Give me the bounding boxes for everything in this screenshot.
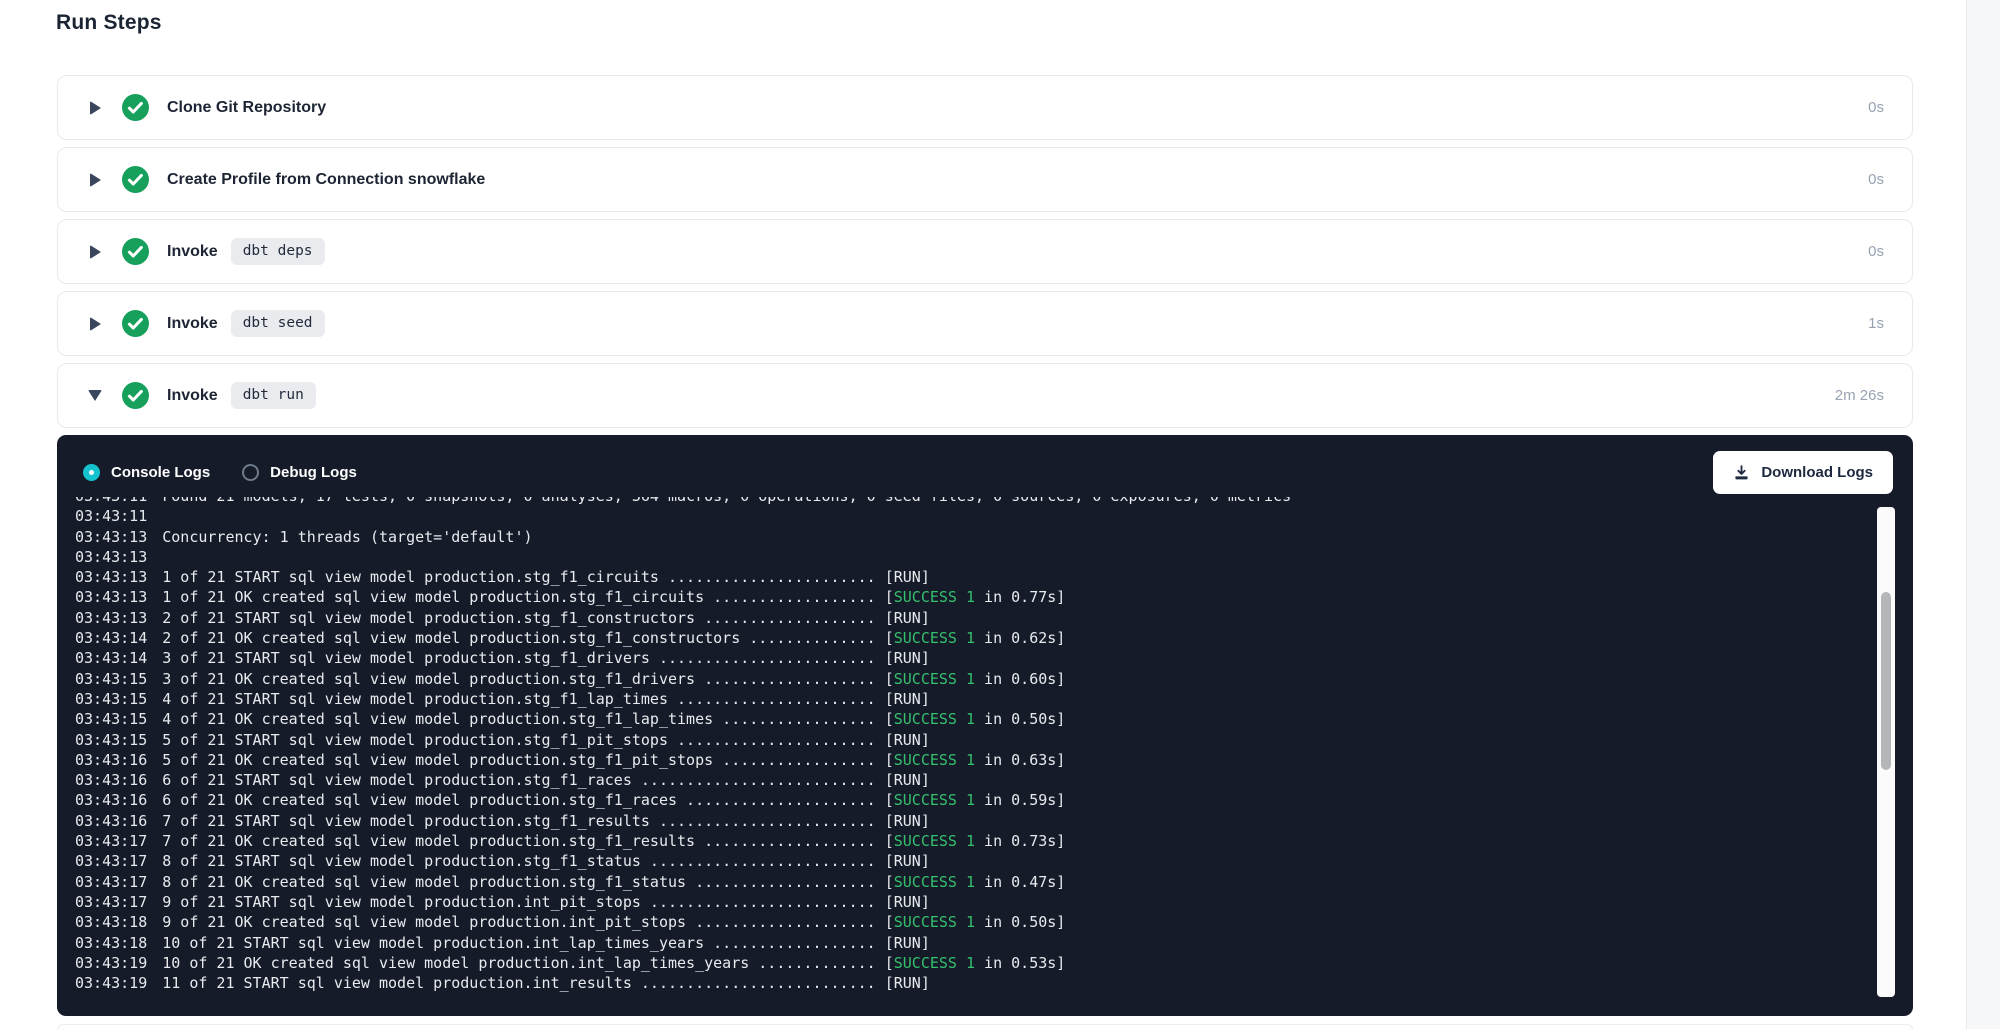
log-content: 03:43:11Found 21 models, 17 tests, 0 sna… bbox=[75, 497, 1877, 993]
log-line: 03:43:13 bbox=[75, 547, 1877, 567]
expand-caret-icon[interactable] bbox=[88, 101, 102, 115]
log-line: 03:43:11 bbox=[75, 506, 1877, 526]
step-title: Create Profile from Connection snowflake bbox=[167, 171, 485, 189]
next-step-card-partial bbox=[57, 1024, 1913, 1030]
run-step-card[interactable]: Invoke dbt deps 0s bbox=[57, 219, 1913, 284]
debug-logs-radio[interactable] bbox=[242, 464, 259, 481]
log-line: 03:43:165 of 21 OK created sql view mode… bbox=[75, 750, 1877, 770]
console-log-output[interactable]: 03:43:11Found 21 models, 17 tests, 0 sna… bbox=[75, 497, 1877, 1003]
log-line: 03:43:1910 of 21 OK created sql view mod… bbox=[75, 953, 1877, 973]
log-line: 03:43:131 of 21 START sql view model pro… bbox=[75, 567, 1877, 587]
step-command-badge: dbt run bbox=[231, 382, 316, 409]
download-logs-label: Download Logs bbox=[1761, 464, 1873, 481]
debug-logs-label: Debug Logs bbox=[270, 464, 357, 481]
run-step-card[interactable]: Invoke dbt run 2m 26s bbox=[57, 363, 1913, 428]
page-title: Run Steps bbox=[56, 11, 162, 35]
log-line: 03:43:178 of 21 START sql view model pro… bbox=[75, 851, 1877, 871]
console-logs-label: Console Logs bbox=[111, 464, 210, 481]
log-line: 03:43:153 of 21 OK created sql view mode… bbox=[75, 669, 1877, 689]
log-scrollbar-thumb[interactable] bbox=[1881, 592, 1891, 770]
step-command-badge: dbt deps bbox=[231, 238, 325, 265]
log-line: 03:43:154 of 21 START sql view model pro… bbox=[75, 689, 1877, 709]
page-right-gutter bbox=[1966, 0, 2000, 1029]
run-step-card[interactable]: Clone Git Repository 0s bbox=[57, 75, 1913, 140]
console-logs-tab[interactable]: Console Logs bbox=[83, 464, 210, 481]
log-line: 03:43:189 of 21 OK created sql view mode… bbox=[75, 912, 1877, 932]
log-line: 03:43:142 of 21 OK created sql view mode… bbox=[75, 628, 1877, 648]
success-check-icon bbox=[122, 238, 149, 265]
log-line: 03:43:166 of 21 START sql view model pro… bbox=[75, 770, 1877, 790]
log-line: 03:43:132 of 21 START sql view model pro… bbox=[75, 608, 1877, 628]
expand-caret-icon[interactable] bbox=[88, 245, 102, 259]
console-logs-radio[interactable] bbox=[83, 464, 100, 481]
step-duration: 0s bbox=[1868, 171, 1884, 188]
run-step-card[interactable]: Invoke dbt seed 1s bbox=[57, 291, 1913, 356]
step-duration: 1s bbox=[1868, 315, 1884, 332]
log-line: 03:43:1911 of 21 START sql view model pr… bbox=[75, 973, 1877, 993]
step-duration: 2m 26s bbox=[1835, 387, 1884, 404]
step-command-badge: dbt seed bbox=[231, 310, 325, 337]
download-icon bbox=[1733, 464, 1750, 481]
log-line: 03:43:155 of 21 START sql view model pro… bbox=[75, 730, 1877, 750]
download-logs-button[interactable]: Download Logs bbox=[1713, 451, 1893, 494]
log-line: 03:43:11Found 21 models, 17 tests, 0 sna… bbox=[75, 497, 1877, 506]
step-title: Invoke bbox=[167, 243, 218, 261]
log-line: 03:43:177 of 21 OK created sql view mode… bbox=[75, 831, 1877, 851]
log-panel: Console Logs Debug Logs Download Logs 03… bbox=[57, 435, 1913, 1016]
log-line: 03:43:13Concurrency: 1 threads (target='… bbox=[75, 527, 1877, 547]
step-title: Invoke bbox=[167, 387, 218, 405]
log-line: 03:43:143 of 21 START sql view model pro… bbox=[75, 648, 1877, 668]
success-check-icon bbox=[122, 166, 149, 193]
log-line: 03:43:167 of 21 START sql view model pro… bbox=[75, 811, 1877, 831]
step-title: Invoke bbox=[167, 315, 218, 333]
debug-logs-tab[interactable]: Debug Logs bbox=[242, 464, 357, 481]
expand-caret-icon[interactable] bbox=[88, 390, 102, 401]
log-line: 03:43:179 of 21 START sql view model pro… bbox=[75, 892, 1877, 912]
expand-caret-icon[interactable] bbox=[88, 173, 102, 187]
run-step-card[interactable]: Create Profile from Connection snowflake… bbox=[57, 147, 1913, 212]
expand-caret-icon[interactable] bbox=[88, 317, 102, 331]
log-line: 03:43:1810 of 21 START sql view model pr… bbox=[75, 933, 1877, 953]
log-line: 03:43:178 of 21 OK created sql view mode… bbox=[75, 872, 1877, 892]
log-line: 03:43:154 of 21 OK created sql view mode… bbox=[75, 709, 1877, 729]
success-check-icon bbox=[122, 94, 149, 121]
success-check-icon bbox=[122, 310, 149, 337]
step-duration: 0s bbox=[1868, 99, 1884, 116]
step-title: Clone Git Repository bbox=[167, 99, 326, 117]
step-duration: 0s bbox=[1868, 243, 1884, 260]
run-steps-list: Clone Git Repository 0s Create Profile f… bbox=[57, 75, 1913, 435]
log-scrollbar-track[interactable] bbox=[1877, 507, 1895, 997]
log-line: 03:43:166 of 21 OK created sql view mode… bbox=[75, 790, 1877, 810]
success-check-icon bbox=[122, 382, 149, 409]
log-line: 03:43:131 of 21 OK created sql view mode… bbox=[75, 587, 1877, 607]
